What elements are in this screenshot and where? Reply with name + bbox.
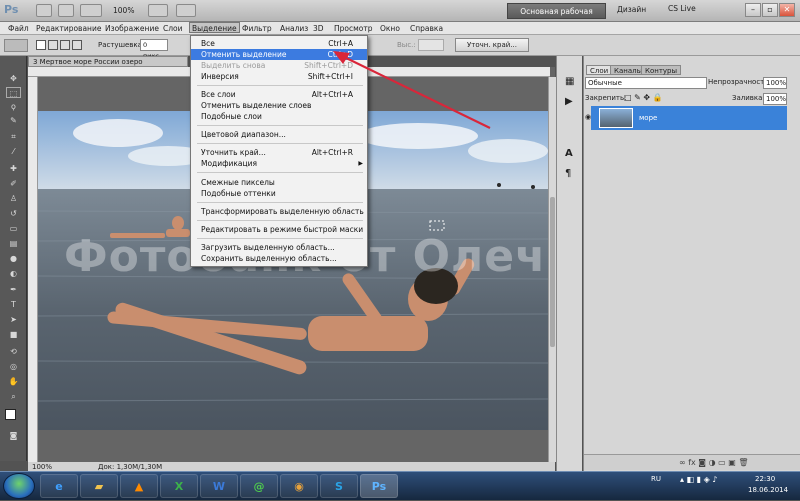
system-tray: RU ▴ ◧ ▮ ◈ ♪ 22:30 18.06.2014 (645, 472, 800, 501)
photoshop-taskbar-icon[interactable]: Ps (360, 474, 398, 498)
annotation-arrow (333, 51, 491, 129)
clock-date[interactable]: 18.06.2014 (748, 486, 788, 494)
language-indicator[interactable]: RU (651, 475, 661, 483)
clock-time[interactable]: 22:30 (755, 475, 775, 483)
chrome-taskbar-icon[interactable]: ◉ (280, 474, 318, 498)
start-button[interactable] (3, 473, 35, 499)
windows-taskbar: e ▰ ▲ X W @ ◉ S Ps RU ▴ ◧ ▮ ◈ ♪ 22:30 18… (0, 471, 800, 500)
mail-taskbar-icon[interactable]: @ (240, 474, 278, 498)
skype-taskbar-icon[interactable]: S (320, 474, 358, 498)
explorer-taskbar-icon[interactable]: ▰ (80, 474, 118, 498)
excel-taskbar-icon[interactable]: X (160, 474, 198, 498)
tray-icons[interactable]: ▴ ◧ ▮ ◈ ♪ (680, 475, 717, 484)
word-taskbar-icon[interactable]: W (200, 474, 238, 498)
vlc-taskbar-icon[interactable]: ▲ (120, 474, 158, 498)
ie-taskbar-icon[interactable]: e (40, 474, 78, 498)
